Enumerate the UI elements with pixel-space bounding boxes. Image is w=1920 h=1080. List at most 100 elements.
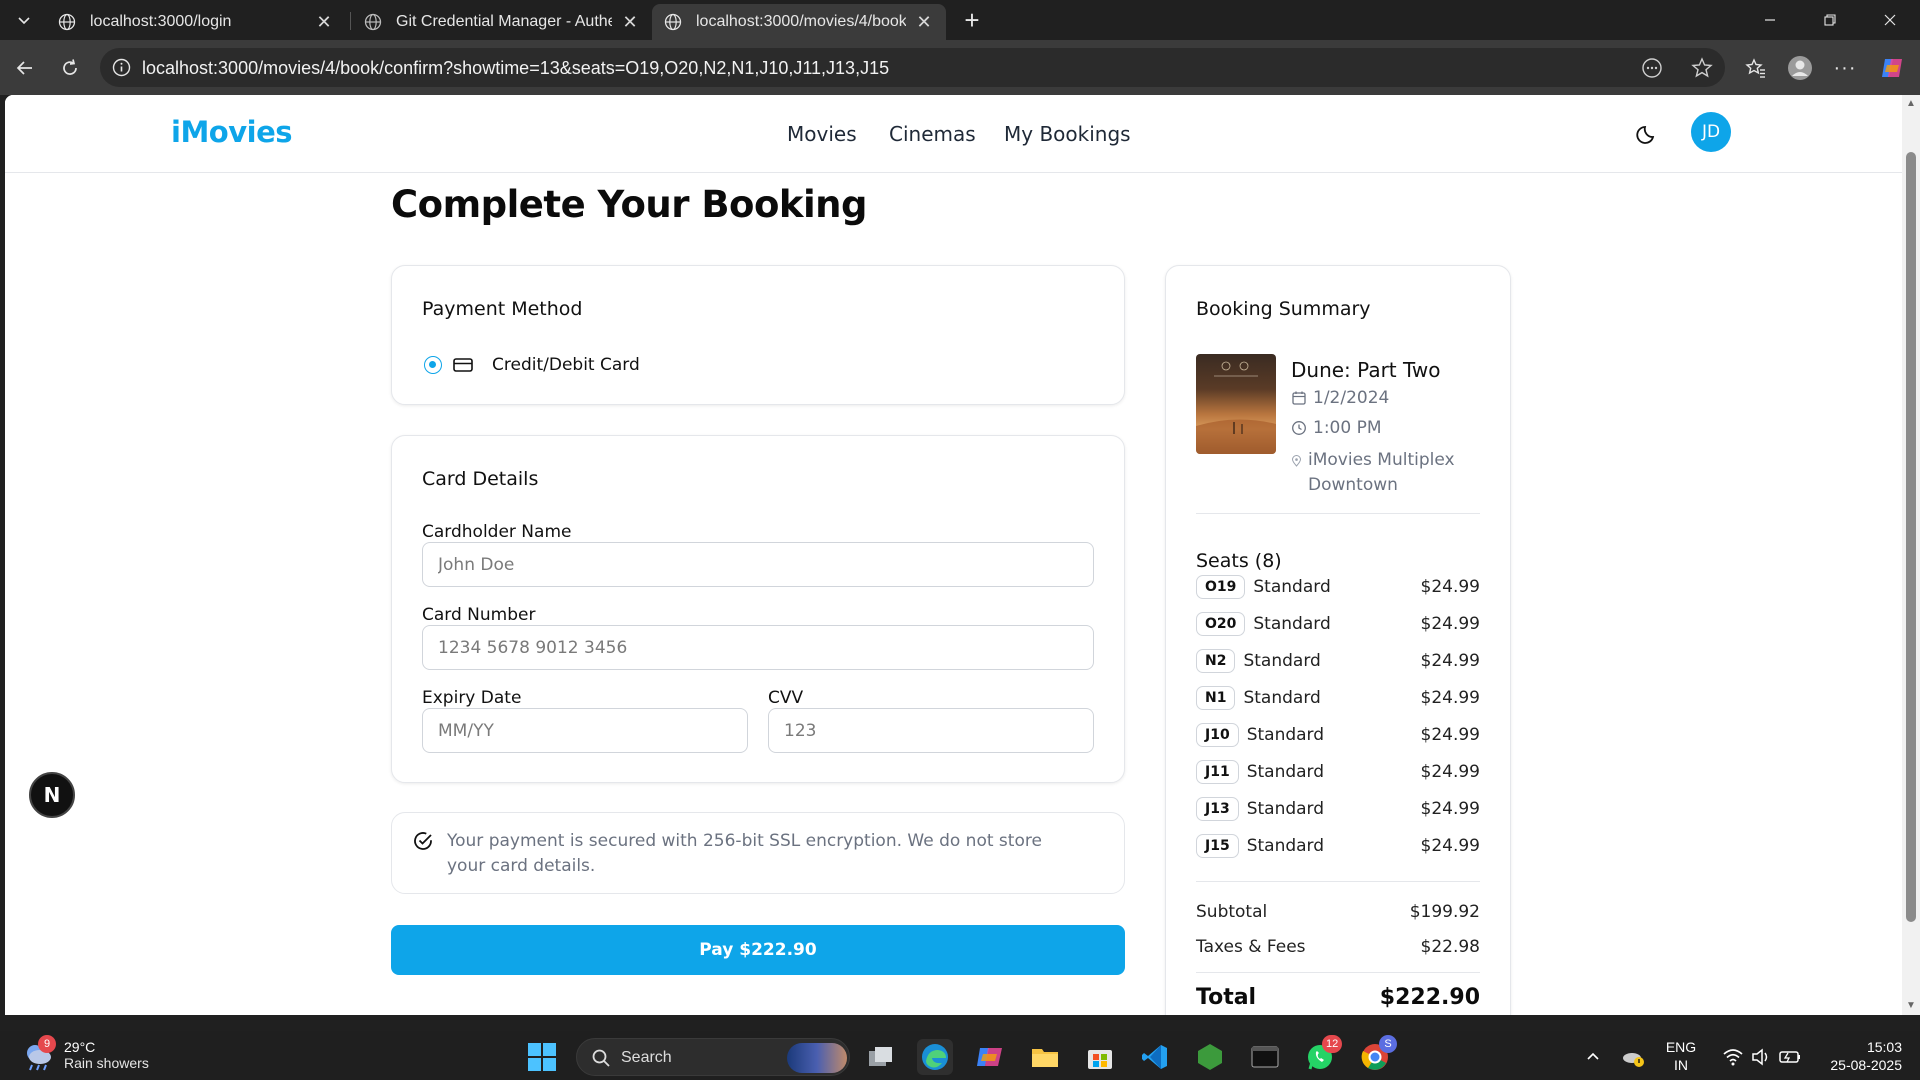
profile-button[interactable] xyxy=(1785,53,1815,83)
expiry-date-input[interactable] xyxy=(422,708,748,753)
site-info-icon[interactable] xyxy=(112,58,131,77)
tab-git-credential-manager[interactable]: Git Credential Manager - Authent ✕ xyxy=(352,4,652,40)
language-top: ENG xyxy=(1665,1039,1697,1055)
folder-icon xyxy=(1032,1049,1058,1067)
close-window-button[interactable] xyxy=(1860,0,1920,40)
seat-price: $24.99 xyxy=(1420,762,1480,782)
theme-toggle-moon-icon[interactable] xyxy=(1635,121,1661,147)
taskbar-edge[interactable] xyxy=(917,1039,953,1075)
profile-icon xyxy=(1788,56,1812,80)
calendar-icon xyxy=(1292,391,1306,405)
close-icon[interactable]: ✕ xyxy=(914,12,934,32)
date-text: 1/2/2024 xyxy=(1313,388,1390,408)
whatsapp-badge: 12 xyxy=(1322,1035,1343,1053)
cvv-input[interactable] xyxy=(768,708,1094,753)
seat-type: Standard xyxy=(1243,651,1321,671)
credit-card-icon xyxy=(453,356,473,374)
favorite-star-icon[interactable] xyxy=(1690,56,1714,80)
payment-method-card: Payment Method Credit/Debit Card xyxy=(391,265,1125,405)
taskbar-copilot[interactable] xyxy=(972,1039,1008,1075)
favorites-button[interactable] xyxy=(1741,53,1771,83)
back-button[interactable] xyxy=(10,53,40,83)
start-button[interactable] xyxy=(524,1039,560,1075)
pay-button[interactable]: Pay $222.90 xyxy=(391,925,1125,975)
globe-icon xyxy=(664,13,682,31)
taskbar-chrome[interactable]: S xyxy=(1357,1035,1397,1075)
restore-button[interactable] xyxy=(1800,0,1860,40)
taskbar-search-box[interactable]: Search xyxy=(576,1038,850,1076)
quick-settings-button[interactable] xyxy=(1712,1039,1812,1075)
credit-card-radio[interactable] xyxy=(424,356,442,374)
scrollbar-thumb[interactable] xyxy=(1906,152,1916,922)
seat-chip: J15 xyxy=(1196,834,1239,858)
seat-row: J13 Standard $24.99 xyxy=(1196,795,1480,823)
taskbar-terminal[interactable] xyxy=(1247,1039,1283,1075)
seat-type: Standard xyxy=(1253,577,1331,597)
windows-logo-icon xyxy=(528,1043,556,1071)
minimize-button[interactable] xyxy=(1740,0,1800,40)
taskbar-whatsapp[interactable]: 12 xyxy=(1302,1035,1343,1075)
taskbar-nodejs[interactable] xyxy=(1192,1039,1228,1075)
scroll-down-arrow-icon[interactable]: ▼ xyxy=(1906,1001,1916,1011)
seat-chip: J13 xyxy=(1196,797,1239,821)
language-indicator[interactable]: ENG IN xyxy=(1662,1038,1700,1074)
movie-title: Dune: Part Two xyxy=(1291,358,1441,382)
page-scrollbar[interactable]: ▲ ▼ xyxy=(1902,95,1920,1015)
nextjs-dev-badge[interactable]: N xyxy=(29,772,75,818)
more-actions-icon[interactable] xyxy=(1640,56,1664,80)
settings-menu-button[interactable]: ··· xyxy=(1830,53,1860,83)
booking-summary-card: Booking Summary Dune: Part Two 1/2/2024 … xyxy=(1165,265,1511,1015)
store-icon xyxy=(1088,1050,1112,1069)
seat-type: Standard xyxy=(1253,614,1331,634)
nav-link-cinemas[interactable]: Cinemas xyxy=(889,122,976,146)
weather-widget[interactable]: 9 29°C Rain showers xyxy=(20,1035,149,1073)
card-number-input[interactable] xyxy=(422,625,1094,670)
divider xyxy=(1196,881,1480,882)
subtotal-value: $199.92 xyxy=(1409,902,1480,922)
copilot-button[interactable] xyxy=(1877,53,1907,83)
tab-booking-confirm[interactable]: localhost:3000/movies/4/book/co ✕ xyxy=(652,4,946,40)
nav-link-movies[interactable]: Movies xyxy=(787,122,857,146)
seat-row: J11 Standard $24.99 xyxy=(1196,758,1480,786)
restore-icon xyxy=(1824,14,1836,26)
nav-link-my-bookings[interactable]: My Bookings xyxy=(1004,122,1131,146)
user-avatar[interactable]: JD xyxy=(1691,112,1731,152)
movie-poster-image xyxy=(1196,354,1276,454)
taskbar-vscode[interactable] xyxy=(1137,1039,1173,1075)
seat-type: Standard xyxy=(1246,799,1325,819)
cardholder-name-label: Cardholder Name xyxy=(422,522,572,542)
seat-price: $24.99 xyxy=(1420,799,1480,819)
close-icon[interactable]: ✕ xyxy=(620,12,640,32)
scroll-up-arrow-icon[interactable]: ▲ xyxy=(1906,99,1916,109)
new-tab-button[interactable]: + xyxy=(958,5,986,35)
site-logo[interactable]: iMovies xyxy=(171,115,293,149)
seat-type: Standard xyxy=(1246,762,1325,782)
divider xyxy=(1196,513,1480,514)
battery-icon xyxy=(1779,1051,1800,1063)
show-hidden-icons-button[interactable] xyxy=(1575,1039,1611,1075)
tab-title: localhost:3000/login xyxy=(90,13,232,30)
wifi-icon xyxy=(1723,1049,1743,1066)
seat-row: N2 Standard $24.99 xyxy=(1196,647,1480,675)
windows-taskbar: 9 29°C Rain showers Search 12 S ENG IN 1… xyxy=(0,1016,1920,1080)
task-view-button[interactable] xyxy=(863,1039,899,1075)
taskbar-file-explorer[interactable] xyxy=(1027,1039,1063,1075)
chevron-down-icon xyxy=(18,17,30,25)
chevron-up-icon xyxy=(1587,1052,1599,1060)
credit-card-option-label[interactable]: Credit/Debit Card xyxy=(492,355,640,375)
nodejs-icon xyxy=(1198,1044,1222,1070)
refresh-button[interactable] xyxy=(55,53,85,83)
tab-login[interactable]: localhost:3000/login ✕ xyxy=(46,4,346,40)
subtotal-label: Subtotal xyxy=(1196,902,1268,922)
cardholder-name-input[interactable] xyxy=(422,542,1094,587)
seat-chip: O19 xyxy=(1196,575,1246,599)
close-icon[interactable]: ✕ xyxy=(314,12,334,32)
tab-actions-menu-button[interactable] xyxy=(10,8,38,32)
weather-condition: Rain showers xyxy=(64,1055,149,1071)
seat-row: N1 Standard $24.99 xyxy=(1196,684,1480,712)
taskbar-microsoft-store[interactable] xyxy=(1082,1039,1118,1075)
onedrive-button[interactable] xyxy=(1615,1039,1651,1075)
clock[interactable]: 15:03 25-08-2025 xyxy=(1812,1038,1902,1074)
address-bar[interactable]: localhost:3000/movies/4/book/confirm?sho… xyxy=(100,48,1725,87)
minimize-icon xyxy=(1765,19,1775,21)
